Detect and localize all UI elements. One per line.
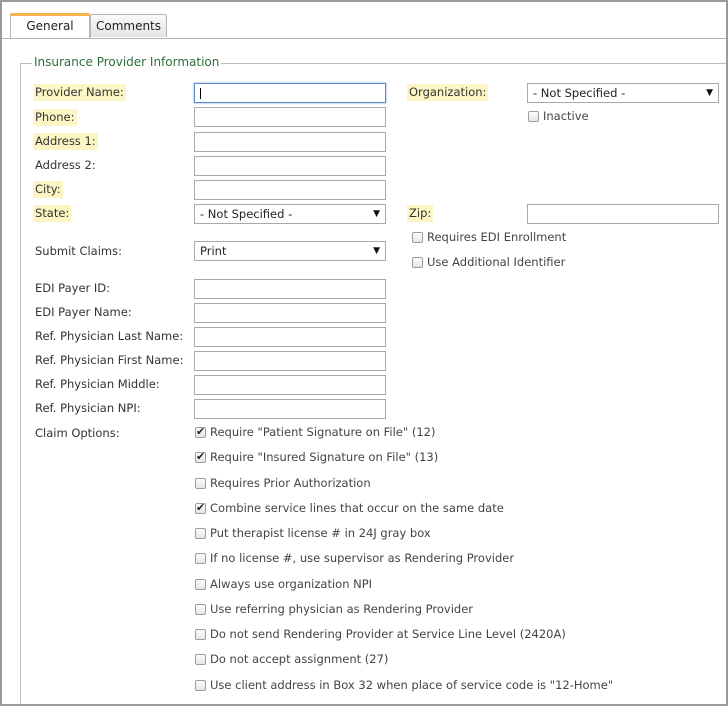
chevron-down-icon: ▼ [373,209,380,219]
checkmark-icon: ✔ [196,425,206,438]
state-select[interactable]: - Not Specified - ▼ [194,204,386,224]
chevron-down-icon: ▼ [373,246,380,256]
claim-option-label: Put therapist license # in 24J gray box [210,526,431,540]
claim-option-label: Require "Insured Signature on File" (13) [210,450,439,464]
address1-input[interactable] [194,132,386,152]
use-additional-id-checkbox[interactable] [412,257,423,268]
submit-claims-label: Submit Claims: [35,244,122,258]
dialog-frame: General Comments Insurance Provider Info… [0,0,728,706]
address2-label: Address 2: [35,158,96,172]
claim-option-label: Do not accept assignment (27) [210,652,389,666]
tab-comments[interactable]: Comments [90,14,167,37]
provider-name-label: Provider Name: [33,84,126,101]
ref-last-name-input[interactable] [194,327,386,347]
organization-value: - Not Specified - [533,86,626,100]
checkmark-icon: ✔ [196,450,206,463]
ref-middle-input[interactable] [194,375,386,395]
state-label: State: [33,205,72,222]
phone-label: Phone: [33,109,77,126]
address1-label: Address 1: [33,133,98,150]
claim-option-label: Do not send Rendering Provider at Servic… [210,627,566,641]
city-label: City: [33,181,63,198]
claim-option-checkbox[interactable] [195,629,206,640]
city-input[interactable] [194,180,386,200]
claim-option-checkbox[interactable]: ✔ [195,425,206,438]
inactive-checkbox[interactable] [528,111,539,122]
claim-option-label: Combine service lines that occur on the … [210,501,504,515]
claim-option-label: Use referring physician as Rendering Pro… [210,602,474,616]
section-title: Insurance Provider Information [32,55,222,69]
requires-edi-checkbox[interactable] [412,232,423,243]
address2-input[interactable] [194,156,386,176]
ref-last-name-label: Ref. Physician Last Name: [35,329,184,343]
ref-middle-label: Ref. Physician Middle: [35,377,160,391]
claim-option-checkbox[interactable] [195,654,206,665]
edi-payer-name-input[interactable] [194,303,386,323]
use-additional-id-label: Use Additional Identifier [427,255,566,269]
organization-label: Organization: [407,84,489,101]
claim-option-checkbox[interactable] [195,604,206,615]
edi-payer-name-label: EDI Payer Name: [35,305,132,319]
submit-claims-select[interactable]: Print ▼ [194,241,386,261]
provider-name-input[interactable] [194,83,386,103]
ref-first-name-input[interactable] [194,351,386,371]
claim-option-label: If no license #, use supervisor as Rende… [210,551,515,565]
submit-claims-value: Print [200,244,227,258]
claim-option-checkbox[interactable] [195,680,206,691]
chevron-down-icon: ▼ [706,88,713,98]
claim-options-label: Claim Options: [35,426,120,440]
requires-edi-label: Requires EDI Enrollment [427,230,567,244]
claim-option-label: Requires Prior Authorization [210,476,371,490]
claim-option-checkbox[interactable] [195,579,206,590]
checkmark-icon: ✔ [196,501,206,514]
inactive-label: Inactive [543,109,589,123]
tab-general[interactable]: General [10,13,90,38]
edi-payer-id-input[interactable] [194,279,386,299]
text-caret [200,88,201,99]
claim-option-checkbox[interactable] [195,553,206,564]
claim-option-checkbox[interactable] [195,478,206,489]
ref-npi-input[interactable] [194,399,386,419]
edi-payer-id-label: EDI Payer ID: [35,281,111,295]
zip-label: Zip: [407,205,434,222]
zip-input[interactable] [527,204,719,224]
claim-option-checkbox[interactable] [195,528,206,539]
ref-first-name-label: Ref. Physician First Name: [35,353,184,367]
claim-option-checkbox[interactable]: ✔ [195,501,206,514]
phone-input[interactable] [194,107,386,127]
ref-npi-label: Ref. Physician NPI: [35,401,141,415]
claim-option-label: Use client address in Box 32 when place … [210,678,614,692]
claim-option-label: Always use organization NPI [210,577,373,591]
tab-bar: General Comments [2,2,726,39]
organization-select[interactable]: - Not Specified - ▼ [527,83,719,103]
claim-option-label: Require "Patient Signature on File" (12) [210,425,436,439]
state-value: - Not Specified - [200,207,293,221]
claim-option-checkbox[interactable]: ✔ [195,450,206,463]
